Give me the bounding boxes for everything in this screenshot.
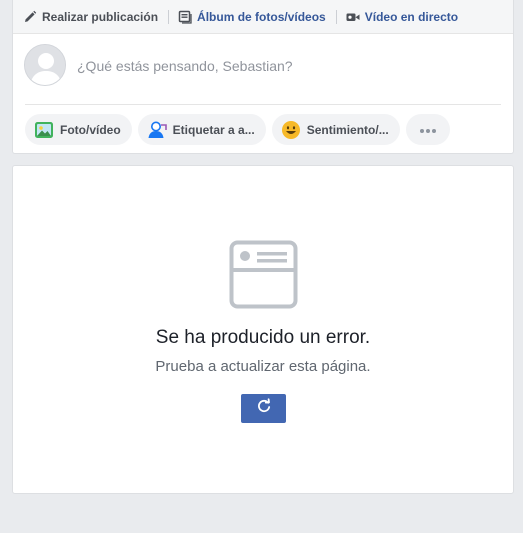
- tab-divider: [335, 9, 337, 24]
- error-message: Prueba a actualizar esta página.: [155, 358, 371, 375]
- more-options-button[interactable]: [405, 114, 450, 145]
- photo-album-icon: [178, 10, 192, 24]
- composer-body: ¿Qué estás pensando, Sebastian?: [13, 34, 513, 104]
- tab-create-post[interactable]: Realizar publicación: [23, 0, 158, 34]
- post-composer: Realizar publicación Álbum de fotos/víde…: [12, 0, 514, 154]
- refresh-icon: [256, 398, 272, 419]
- composer-tabs: Realizar publicación Álbum de fotos/víde…: [13, 0, 513, 34]
- tag-person-icon: [147, 120, 167, 140]
- emoji-icon: [281, 120, 301, 140]
- tag-friends-label: Etiquetar a a...: [172, 122, 255, 137]
- error-title: Se ha producido un error.: [155, 327, 371, 348]
- tab-live-video-label: Vídeo en directo: [364, 9, 459, 24]
- tab-divider: [168, 9, 170, 24]
- broken-page-icon: [229, 240, 298, 309]
- tag-friends-button[interactable]: Etiquetar a a...: [137, 114, 266, 145]
- reload-button[interactable]: [241, 394, 286, 423]
- avatar[interactable]: [24, 44, 66, 86]
- tab-photo-album-label: Álbum de fotos/vídeos: [197, 9, 326, 24]
- feeling-activity-label: Sentimiento/...: [306, 122, 389, 137]
- tab-create-post-label: Realizar publicación: [42, 9, 159, 24]
- more-icon: [419, 123, 437, 137]
- tab-photo-album[interactable]: Álbum de fotos/vídeos: [178, 0, 326, 34]
- tab-live-video[interactable]: Vídeo en directo: [346, 0, 458, 34]
- video-camera-icon: [346, 10, 360, 24]
- composer-actions: Foto/vídeo Etiquetar a a... Sentimiento/…: [25, 114, 450, 145]
- status-input[interactable]: ¿Qué estás pensando, Sebastian?: [77, 58, 293, 74]
- pencil-icon: [23, 10, 37, 24]
- photo-video-label: Foto/vídeo: [60, 122, 121, 137]
- error-panel: Se ha producido un error. Prueba a actua…: [12, 165, 514, 494]
- photo-icon: [34, 120, 54, 140]
- feeling-activity-button[interactable]: Sentimiento/...: [271, 114, 400, 145]
- composer-divider: [25, 104, 501, 105]
- photo-video-button[interactable]: Foto/vídeo: [25, 114, 132, 145]
